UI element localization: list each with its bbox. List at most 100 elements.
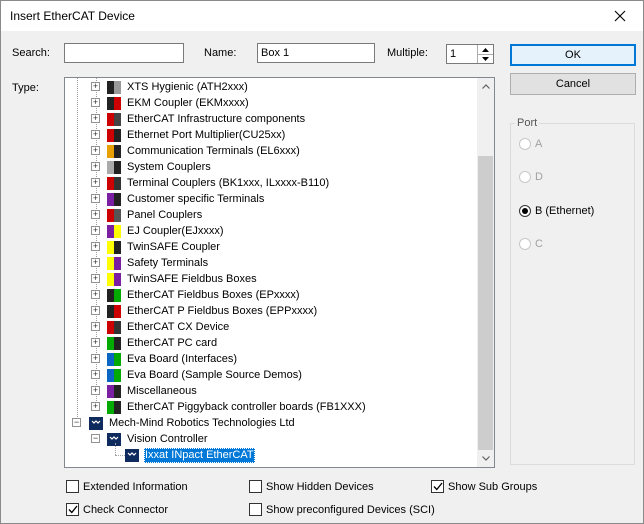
expand-toggle[interactable]: + — [91, 274, 100, 283]
check-connector-checkbox[interactable]: Check Connector — [66, 503, 168, 516]
tree-item[interactable]: EtherCAT Infrastructure components — [107, 111, 306, 127]
checkbox-label: Extended Information — [83, 480, 188, 493]
expand-toggle[interactable]: + — [91, 162, 100, 171]
tree-item[interactable]: EKM Coupler (EKMxxxx) — [107, 95, 250, 111]
insert-ethercat-device-dialog: Insert EtherCAT Device Search: Name: Mul… — [0, 0, 644, 524]
close-icon — [614, 10, 626, 22]
tree-item[interactable]: Ethernet Port Multiplier(CU25xx) — [107, 127, 286, 143]
checkbox-box[interactable] — [431, 480, 444, 493]
expand-toggle[interactable]: + — [91, 194, 100, 203]
tree-item[interactable]: Miscellaneous — [107, 383, 198, 399]
radio-circle — [519, 171, 531, 183]
port-option-radio[interactable]: B (Ethernet) — [519, 205, 594, 217]
collapse-toggle[interactable]: − — [72, 418, 81, 427]
radio-circle[interactable] — [519, 205, 531, 217]
tree-item[interactable]: EtherCAT Piggyback controller boards (FB… — [107, 399, 367, 415]
port-option-label: C — [535, 238, 543, 250]
tree-item[interactable]: EtherCAT Fieldbus Boxes (EPxxxx) — [107, 287, 301, 303]
expand-toggle[interactable]: + — [91, 354, 100, 363]
expand-toggle[interactable]: + — [91, 82, 100, 91]
expand-toggle[interactable]: + — [91, 258, 100, 267]
checkbox-label: Show preconfigured Devices (SCI) — [266, 503, 435, 516]
tree-item[interactable]: Ixxat INpact EtherCAT — [125, 447, 255, 463]
tree-item[interactable]: Safety Terminals — [107, 255, 209, 271]
tree-item[interactable]: EJ Coupler(EJxxxx) — [107, 223, 225, 239]
show-sub-groups-checkbox[interactable]: Show Sub Groups — [431, 480, 537, 493]
tree-item-label: Eva Board (Sample Source Demos) — [127, 368, 302, 381]
multiple-increment-button[interactable] — [478, 45, 493, 54]
search-input[interactable] — [64, 43, 184, 63]
show-hidden-devices-checkbox[interactable]: Show Hidden Devices — [249, 480, 374, 493]
expand-toggle[interactable]: + — [91, 322, 100, 331]
tree-item[interactable]: EtherCAT CX Device — [107, 319, 230, 335]
checkbox-box[interactable] — [249, 480, 262, 493]
tree-item[interactable]: System Couplers — [107, 159, 212, 175]
tree-item[interactable]: Vision Controller — [107, 431, 209, 447]
expand-toggle[interactable]: + — [91, 210, 100, 219]
tree-item-label: Communication Terminals (EL6xxx) — [127, 144, 300, 157]
tree-item-label: TwinSAFE Coupler — [127, 240, 220, 253]
expand-toggle[interactable]: + — [91, 98, 100, 107]
expand-toggle[interactable]: + — [91, 338, 100, 347]
multiple-input[interactable] — [447, 45, 477, 63]
expand-toggle[interactable]: + — [91, 290, 100, 299]
cancel-button[interactable]: Cancel — [510, 73, 636, 95]
tree-item[interactable]: XTS Hygienic (ATH2xxx) — [107, 79, 249, 95]
tree-item[interactable]: Terminal Couplers (BK1xxx, ILxxxx-B110) — [107, 175, 330, 191]
expand-toggle[interactable]: + — [91, 386, 100, 395]
expand-toggle[interactable]: + — [91, 146, 100, 155]
tree-item[interactable]: Eva Board (Sample Source Demos) — [107, 367, 303, 383]
eva-board-icon — [107, 352, 121, 366]
chevron-down-icon — [481, 456, 490, 461]
scroll-thumb[interactable] — [478, 156, 493, 450]
scroll-up-button[interactable] — [477, 78, 494, 95]
collapse-toggle[interactable]: − — [91, 434, 100, 443]
expand-toggle[interactable]: + — [91, 306, 100, 315]
twinsafe-fieldbus-icon — [107, 272, 121, 286]
tree-item-label: System Couplers — [127, 160, 211, 173]
device-type-tree[interactable]: + XTS Hygienic (ATH2xxx) + EKM Coupler (EKM… — [64, 77, 495, 468]
checkbox-box[interactable] — [249, 503, 262, 516]
ok-button[interactable]: OK — [510, 44, 636, 66]
tree-item[interactable]: EtherCAT PC card — [107, 335, 218, 351]
tree-item[interactable]: Eva Board (Interfaces) — [107, 351, 238, 367]
extended-information-checkbox[interactable]: Extended Information — [66, 480, 188, 493]
tree-item-label: Miscellaneous — [127, 384, 197, 397]
checkbox-box[interactable] — [66, 480, 79, 493]
tree-item[interactable]: TwinSAFE Coupler — [107, 239, 221, 255]
close-button[interactable] — [597, 1, 643, 31]
scroll-down-button[interactable] — [477, 450, 494, 467]
expand-toggle[interactable]: + — [91, 242, 100, 251]
tree-item[interactable]: Customer specific Terminals — [107, 191, 265, 207]
tree-item[interactable]: TwinSAFE Fieldbus Boxes — [107, 271, 258, 287]
vendor-icon — [107, 432, 121, 446]
tree-item-label: Panel Couplers — [127, 208, 203, 221]
name-input[interactable] — [257, 43, 375, 63]
tree-item[interactable]: EtherCAT P Fieldbus Boxes (EPPxxxx) — [107, 303, 318, 319]
vendor-icon — [125, 448, 139, 462]
multiple-decrement-button[interactable] — [478, 54, 493, 63]
tree-item-label: EtherCAT Piggyback controller boards (FB… — [127, 400, 366, 413]
window-title: Insert EtherCAT Device — [10, 9, 135, 23]
tree-item[interactable]: Mech-Mind Robotics Technologies Ltd — [89, 415, 296, 431]
checkbox-label: Show Sub Groups — [448, 480, 538, 493]
tree-vertical-scrollbar[interactable] — [477, 78, 494, 467]
tree-item[interactable]: Panel Couplers — [107, 207, 203, 223]
tree-connector-line — [77, 78, 78, 423]
tree-item-label: EtherCAT CX Device — [127, 320, 230, 333]
tree-item-label: XTS Hygienic (ATH2xxx) — [127, 80, 248, 93]
tree-item-label: Ixxat INpact EtherCAT — [144, 447, 255, 463]
infrastructure-icon — [107, 112, 121, 126]
expand-toggle[interactable]: + — [91, 178, 100, 187]
ej-coupler-icon — [107, 224, 121, 238]
show-preconfigured-devices-checkbox[interactable]: Show preconfigured Devices (SCI) — [249, 503, 435, 516]
expand-toggle[interactable]: + — [91, 130, 100, 139]
arrow-down-icon — [482, 57, 489, 61]
checkbox-box[interactable] — [66, 503, 79, 516]
expand-toggle[interactable]: + — [91, 370, 100, 379]
expand-toggle[interactable]: + — [91, 114, 100, 123]
expand-toggle[interactable]: + — [91, 226, 100, 235]
fieldbus-box-icon — [107, 288, 121, 302]
tree-item[interactable]: Communication Terminals (EL6xxx) — [107, 143, 301, 159]
expand-toggle[interactable]: + — [91, 402, 100, 411]
